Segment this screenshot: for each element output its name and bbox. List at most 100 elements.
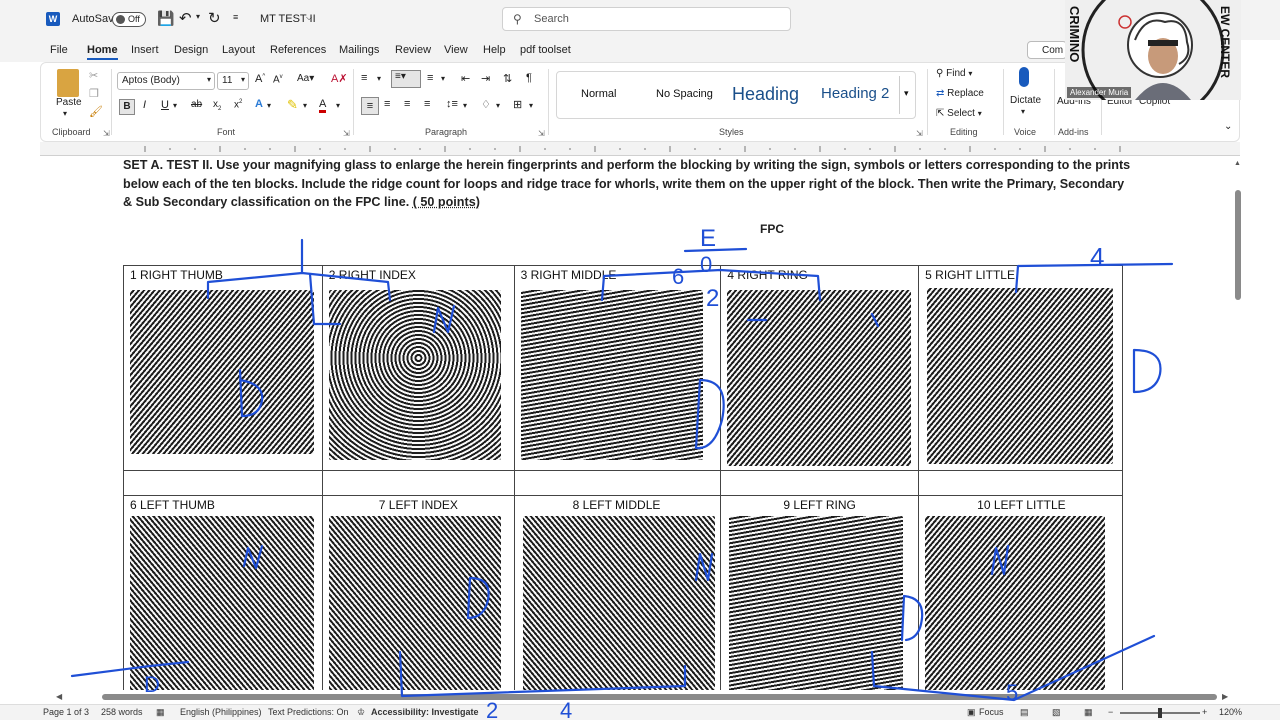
dictate-button[interactable]: Dictate [1010, 95, 1041, 106]
blocking-cell-1[interactable] [123, 470, 323, 496]
align-left-icon[interactable]: ≡ [361, 97, 379, 115]
tab-file[interactable]: File [50, 44, 68, 56]
block-left-little[interactable]: 10 LEFT LITTLE [918, 495, 1123, 690]
strikethrough-icon[interactable]: ab [191, 99, 202, 110]
underline-icon[interactable]: U [161, 99, 169, 111]
microphone-icon[interactable] [1019, 67, 1029, 87]
style-heading-2[interactable]: Heading 2 [821, 85, 889, 102]
clear-formatting-icon[interactable]: A✗ [331, 72, 348, 85]
search-box[interactable]: ⚲ Search [502, 7, 791, 31]
multilevel-dropdown-icon[interactable]: ▾ [441, 74, 445, 83]
underline-dropdown-icon[interactable]: ▾ [173, 101, 177, 110]
tab-help[interactable]: Help [483, 44, 506, 56]
find-button[interactable]: ⚲ Find ▾ [936, 68, 972, 79]
style-no-spacing[interactable]: No Spacing [656, 88, 713, 100]
shading-dropdown-icon[interactable]: ▾ [496, 101, 500, 110]
tab-view[interactable]: View [444, 44, 468, 56]
paste-icon[interactable] [57, 69, 79, 97]
language-status[interactable]: English (Philippines) [180, 707, 262, 717]
styles-more-icon[interactable]: ▾ [899, 76, 915, 114]
italic-icon[interactable]: I [143, 99, 146, 111]
document-page[interactable]: SET A. TEST II. Use your magnifying glas… [40, 156, 1232, 690]
paste-dropdown-icon[interactable]: ▾ [63, 109, 67, 118]
blocking-cell-5[interactable] [918, 470, 1123, 496]
font-name-select[interactable]: Aptos (Body) ▾ [117, 72, 215, 90]
block-left-ring[interactable]: 9 LEFT RING [720, 495, 920, 690]
borders-icon[interactable]: ⊞ [513, 98, 522, 111]
decrease-indent-icon[interactable]: ⇤ [461, 72, 470, 85]
highlight-icon[interactable]: ✎ [287, 97, 298, 113]
bullets-dropdown-icon[interactable]: ▾ [377, 74, 381, 83]
print-layout-icon[interactable]: ▧ [1052, 707, 1061, 718]
superscript-icon[interactable]: x2 [234, 99, 242, 110]
save-icon[interactable]: 💾 [157, 10, 174, 27]
line-spacing-icon[interactable]: ↕≡ [446, 98, 458, 110]
numbering-icon[interactable]: ≡▾ [391, 70, 421, 88]
text-effects-icon[interactable]: A [255, 98, 263, 110]
tab-mailings[interactable]: Mailings [339, 44, 379, 56]
shrink-font-icon[interactable]: Av [273, 74, 283, 85]
blocking-cell-3[interactable] [513, 470, 722, 496]
align-center-icon[interactable]: ≡ [384, 98, 390, 110]
clipboard-launcher-icon[interactable]: ⇲ [103, 129, 110, 138]
bold-icon[interactable]: B [119, 99, 135, 115]
block-right-thumb[interactable]: 1 RIGHT THUMB [123, 265, 323, 471]
styles-launcher-icon[interactable]: ⇲ [916, 129, 923, 138]
horizontal-ruler[interactable] [40, 142, 1240, 156]
shading-icon[interactable]: ♢ [481, 98, 491, 111]
undo-dropdown-icon[interactable]: ▾ [196, 12, 200, 21]
collapse-ribbon-icon[interactable]: ⌄ [1224, 121, 1232, 132]
block-right-little[interactable]: 5 RIGHT LITTLE [918, 265, 1123, 471]
zoom-slider-thumb[interactable] [1158, 708, 1162, 718]
tab-layout[interactable]: Layout [222, 44, 255, 56]
zoom-level[interactable]: 120% [1219, 707, 1242, 717]
block-left-middle[interactable]: 8 LEFT MIDDLE [513, 495, 722, 690]
paragraph-launcher-icon[interactable]: ⇲ [538, 129, 545, 138]
vertical-scrollbar[interactable]: ▲ [1232, 156, 1244, 690]
blocking-cell-4[interactable] [720, 470, 920, 496]
undo-icon[interactable]: ↶ [179, 9, 192, 27]
horizontal-scroll-thumb[interactable] [102, 694, 1217, 700]
title-chevron-icon[interactable]: ⌵ [306, 13, 312, 23]
replace-button[interactable]: ⇄ Replace [936, 88, 984, 99]
text-predictions-status[interactable]: Text Predictions: On [268, 707, 349, 717]
font-launcher-icon[interactable]: ⇲ [343, 129, 350, 138]
horizontal-scrollbar[interactable]: ◀ ▶ [40, 690, 1232, 704]
page-count[interactable]: Page 1 of 3 [43, 707, 89, 717]
tab-references[interactable]: References [270, 44, 326, 56]
read-mode-icon[interactable]: ▤ [1020, 707, 1029, 718]
style-heading-1[interactable]: Heading [732, 84, 799, 105]
copy-icon[interactable]: ❐ [89, 87, 99, 100]
tab-review[interactable]: Review [395, 44, 431, 56]
proofing-icon[interactable]: ▦ [156, 707, 165, 718]
zoom-out-icon[interactable]: − [1108, 707, 1113, 717]
increase-indent-icon[interactable]: ⇥ [481, 72, 490, 85]
format-painter-icon[interactable]: 🖌 [89, 105, 103, 118]
customize-qat-icon[interactable]: ≡ [233, 12, 238, 22]
focus-button[interactable]: Focus [979, 707, 1004, 717]
tab-home[interactable]: Home [87, 44, 118, 60]
scroll-right-icon[interactable]: ▶ [1222, 692, 1228, 701]
multilevel-list-icon[interactable]: ≡ [427, 72, 433, 84]
change-case-icon[interactable]: Aa▾ [297, 73, 314, 84]
tab-pdf-toolset[interactable]: pdf toolset [520, 44, 571, 56]
scroll-left-icon[interactable]: ◀ [56, 692, 62, 701]
text-effects-dropdown-icon[interactable]: ▾ [267, 101, 271, 110]
tab-insert[interactable]: Insert [131, 44, 159, 56]
bullets-icon[interactable]: ≡ [361, 72, 367, 84]
autosave-toggle[interactable]: Off [112, 12, 146, 27]
cut-icon[interactable]: ✂ [89, 69, 98, 82]
font-color-dropdown-icon[interactable]: ▾ [336, 101, 340, 110]
font-color-icon[interactable]: A [319, 98, 327, 113]
scroll-up-icon[interactable]: ▲ [1234, 160, 1241, 167]
web-layout-icon[interactable]: ▦ [1084, 707, 1093, 718]
block-right-ring[interactable]: 4 RIGHT RING [720, 265, 920, 471]
align-right-icon[interactable]: ≡ [404, 98, 410, 110]
redo-icon[interactable]: ↻ [208, 9, 221, 27]
block-right-middle[interactable]: 3 RIGHT MIDDLE [513, 265, 722, 471]
zoom-in-icon[interactable]: + [1202, 707, 1207, 717]
block-left-thumb[interactable]: 6 LEFT THUMB [123, 495, 323, 690]
tab-design[interactable]: Design [174, 44, 208, 56]
blocking-cell-2[interactable] [321, 470, 515, 496]
font-size-select[interactable]: 11 ▾ [217, 72, 249, 90]
